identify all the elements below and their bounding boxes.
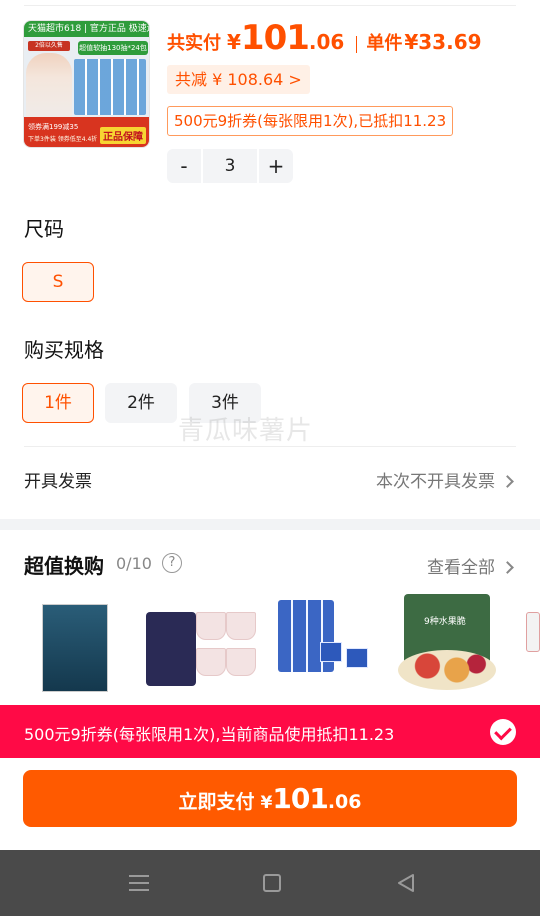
thumbnail-bottom-text-2: 下单3件装 领券低至4.4折 [28,136,98,143]
exchange-product-4[interactable]: 9种水果脆 [398,590,502,700]
section-gap [0,519,540,530]
view-all-link[interactable]: 查看全部 [427,553,514,578]
increase-button[interactable]: + [259,149,293,183]
pay-now-button[interactable]: 立即支付 ¥ 101 .06 [23,770,517,827]
pay-now-integer: 101 [272,782,328,815]
product-image-part [320,642,342,662]
total-pay-line: 共实付 ¥ 101 .06 单件 ¥33.69 [167,18,482,62]
size-option-s[interactable]: S [22,262,94,302]
exchange-product-5[interactable] [522,590,540,700]
help-icon[interactable]: ? [162,553,182,573]
thumbnail-bottom-text: 领券满199减35 [28,123,79,131]
thumbnail-stamp: 正品保障 [100,127,146,144]
exchange-product-2[interactable] [146,590,258,700]
product-image-bowl [398,650,496,690]
exchange-product-3[interactable] [276,590,380,700]
coupon-applied-tag: 500元9折券(每张限用1次),已抵扣11.23 [167,106,454,136]
product-image-label: 9种水果脆 [424,617,466,627]
product-image [42,604,108,692]
product-image [146,612,196,686]
exchange-product-1[interactable] [28,590,124,700]
menu-icon[interactable] [129,874,149,892]
view-all-label: 查看全部 [427,558,495,578]
thumbnail-side-tag: 2倍以久售 [28,41,70,51]
product-image-part [346,648,368,668]
divider [24,5,516,6]
pay-now-currency: ¥ [260,793,273,813]
quantity-stepper: - 3 + [167,149,293,183]
watermark: 青瓜味薯片 [178,416,314,446]
size-section-title: 尺码 [24,217,64,241]
coupon-bar-text: 500元9折券(每张限用1次),当前商品使用抵扣11.23 [24,725,395,744]
thumbnail-top-banner: 天猫超市618 | 官方正品 极速送达 [24,21,149,37]
product-card: 天猫超市618 | 官方正品 极速送达 超值软抽130抽*24包 2倍以久售 领… [0,0,540,200]
unit-price-label: 单件 [366,33,403,54]
product-image-part [196,612,226,640]
spec-option-2[interactable]: 2件 [105,383,177,423]
invoice-value: 本次不开具发票 [376,467,514,492]
product-image-part [226,612,256,640]
total-pay-integer: 101 [240,18,310,58]
chevron-right-icon [501,475,514,488]
invoice-row[interactable]: 开具发票 本次不开具发票 [0,447,540,513]
product-image-part [196,648,226,676]
price-separator [356,35,358,53]
invoice-label: 开具发票 [24,472,92,492]
thumbnail-promo-banner: 超值软抽130抽*24包 [78,41,148,55]
checkout-page: 天猫超市618 | 官方正品 极速送达 超值软抽130抽*24包 2倍以久售 领… [0,0,540,916]
spec-section-title: 购买规格 [24,338,104,362]
thumbnail-tissue-packs [74,59,146,115]
product-image-part [226,648,256,676]
currency-symbol: ¥ [227,30,241,54]
product-thumbnail[interactable]: 天猫超市618 | 官方正品 极速送达 超值软抽130抽*24包 2倍以久售 领… [23,20,150,148]
check-icon[interactable] [490,719,516,745]
invoice-value-text: 本次不开具发票 [376,472,495,492]
quantity-input[interactable]: 3 [201,149,259,183]
total-reduce-badge[interactable]: 共减 ¥ 108.64 > [167,65,310,94]
total-pay-label: 共实付 [167,33,221,54]
unit-price-value: ¥33.69 [404,30,482,54]
decrease-button[interactable]: - [167,149,201,183]
total-pay-decimal: .06 [308,30,345,54]
exchange-title: 超值换购 [24,554,104,578]
exchange-count: 0/10 [116,554,152,573]
chevron-right-icon [501,561,514,574]
product-image [526,612,540,652]
pay-now-label: 立即支付 [178,791,255,813]
coupon-bar[interactable]: 500元9折券(每张限用1次),当前商品使用抵扣11.23 [0,705,540,758]
pay-now-decimal: .06 [327,791,362,813]
spec-option-1[interactable]: 1件 [22,383,94,423]
system-nav-bar [0,850,540,916]
home-icon[interactable] [263,874,281,892]
